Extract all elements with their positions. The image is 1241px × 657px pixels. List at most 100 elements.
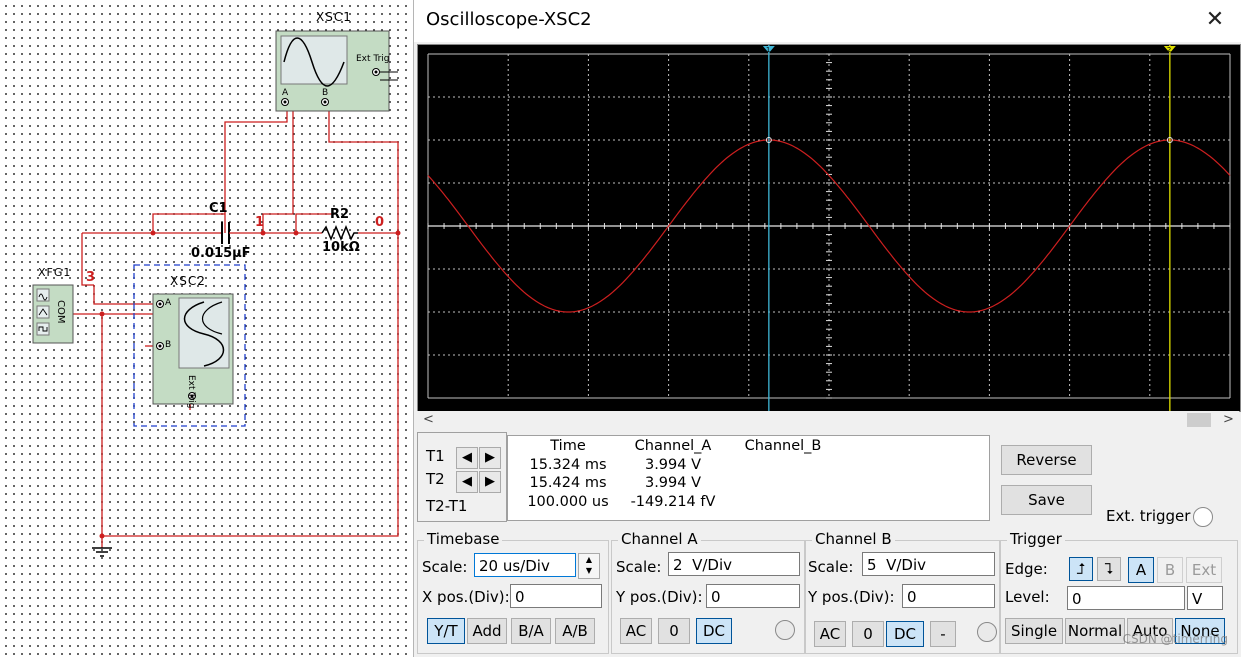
- title-bar[interactable]: Oscilloscope-XSC2 ✕: [414, 0, 1241, 42]
- resistor-r2[interactable]: [321, 225, 358, 241]
- wire-top-branch: [152, 213, 225, 233]
- channel-b-scale-label: Scale:: [808, 558, 854, 576]
- wires: [72, 110, 399, 548]
- timebase-scale-field[interactable]: 20 us/Div: [474, 553, 576, 577]
- scope-screen[interactable]: 12: [417, 44, 1241, 412]
- t2-label: T2: [426, 470, 445, 488]
- mode-yt-button[interactable]: Y/T: [427, 618, 465, 644]
- trigger-level-label: Level:: [1005, 588, 1050, 606]
- channel-a-ypos-label: Y pos.(Div):: [616, 588, 703, 606]
- t2-right-button[interactable]: ▶: [479, 471, 501, 493]
- xsc1-instrument[interactable]: [275, 30, 398, 112]
- mode-ba-button[interactable]: B/A: [511, 618, 551, 644]
- channel-a-ypos-field[interactable]: 0: [706, 584, 800, 608]
- xsc1-pin-a-label: A: [282, 88, 289, 98]
- wire-xfg1-to-xsc2-a: [93, 285, 160, 305]
- xsc1-pin-b-label: B: [322, 88, 329, 98]
- horizontal-scrollbar[interactable]: < >: [417, 411, 1239, 431]
- timebase-xpos-label: X pos.(Div):: [422, 588, 510, 606]
- delta-channel-a: -149.214 fV: [630, 494, 716, 510]
- channel-b-ypos-field[interactable]: 0: [902, 584, 995, 608]
- trigger-single-button[interactable]: Single: [1005, 618, 1063, 644]
- channel-b-dc-button[interactable]: DC: [886, 621, 924, 647]
- trigger-edge-label: Edge:: [1005, 560, 1048, 578]
- trigger-level-unit[interactable]: V: [1187, 586, 1223, 610]
- row2-time: 15.424 ms: [529, 475, 607, 491]
- junctions: [99, 230, 401, 539]
- row1-channel-a: 3.994 V: [644, 457, 702, 473]
- delta-time: 100.000 us: [527, 494, 609, 510]
- xsc2-ext-trig-label: Ext Trig: [186, 375, 196, 409]
- r2-value: 10kΩ: [322, 240, 360, 255]
- trigger-source-ext-button[interactable]: Ext: [1186, 557, 1222, 583]
- wire-node1-to-xsc1-b: [262, 110, 294, 233]
- xsc1-label: XSC1: [316, 10, 352, 24]
- timebase-scale-label: Scale:: [422, 558, 468, 576]
- trigger-level-field[interactable]: 0: [1067, 586, 1185, 610]
- close-icon[interactable]: ✕: [1202, 8, 1228, 34]
- channel-b-title: Channel B: [812, 530, 895, 548]
- scroll-right-icon[interactable]: >: [1223, 412, 1234, 427]
- rising-edge-icon[interactable]: ⮥: [1069, 557, 1093, 581]
- node-0-label: 0: [375, 215, 385, 230]
- channel-a-title: Channel A: [618, 530, 701, 548]
- c1-value: 0.015µF: [191, 246, 251, 261]
- channel-a-scale-field[interactable]: 2 V/Div: [668, 552, 800, 576]
- scroll-left-icon[interactable]: <: [423, 412, 434, 427]
- channel-a-zero-button[interactable]: 0: [658, 618, 690, 644]
- cursor-readout: Time Channel_A Channel_B 15.324 ms 3.994…: [507, 435, 990, 521]
- window-title: Oscilloscope-XSC2: [426, 9, 592, 30]
- channel-b-minus-button[interactable]: -: [930, 621, 956, 647]
- t1-label: T1: [426, 447, 445, 465]
- reverse-button[interactable]: Reverse: [1001, 445, 1092, 475]
- save-button[interactable]: Save: [1001, 485, 1092, 515]
- t2-left-button[interactable]: ◀: [456, 471, 478, 493]
- r2-name: R2: [330, 207, 350, 222]
- xfg1-generator[interactable]: [32, 284, 74, 344]
- scrollbar-thumb[interactable]: [1187, 413, 1211, 427]
- channel-a-group: Channel A Scale: 2 V/Div Y pos.(Div): 0 …: [611, 530, 805, 654]
- row1-time: 15.324 ms: [529, 457, 607, 473]
- schematic-drawing: [32, 30, 401, 557]
- timebase-group: Timebase Scale: 20 us/Div ▲ ▼ X pos.(Div)…: [417, 530, 609, 654]
- ground-symbol[interactable]: [92, 547, 112, 557]
- oscilloscope-window: Oscilloscope-XSC2 ✕ 12 < > T1 ◀ ▶ T2 ◀ ▶…: [413, 0, 1241, 657]
- channel-b-ac-button[interactable]: AC: [814, 621, 846, 647]
- channel-b-ypos-label: Y pos.(Div):: [808, 588, 895, 606]
- row2-channel-a: 3.994 V: [644, 475, 702, 491]
- cursor-panel: T1 ◀ ▶ T2 ◀ ▶ T2-T1: [417, 432, 507, 522]
- watermark: CSDN @timerring: [1122, 632, 1228, 646]
- channel-a-ac-button[interactable]: AC: [620, 618, 652, 644]
- trigger-source-b-button[interactable]: B: [1157, 557, 1183, 583]
- node-3-label: 3: [86, 270, 96, 285]
- channel-b-scale-field[interactable]: 5 V/Div: [862, 552, 995, 576]
- channel-a-radio[interactable]: [775, 620, 795, 640]
- channel-a-dc-button[interactable]: DC: [696, 618, 732, 644]
- ext-trigger-radio[interactable]: [1193, 507, 1213, 527]
- xfg1-com-label: COM: [55, 300, 66, 324]
- xsc1-ext-trig-label: Ext Trig: [356, 54, 390, 64]
- trigger-normal-button[interactable]: Normal: [1065, 618, 1125, 644]
- channel-a-scale-label: Scale:: [616, 558, 662, 576]
- mode-ab-button[interactable]: A/B: [555, 618, 595, 644]
- channel-b-radio[interactable]: [977, 622, 997, 642]
- xsc2-pin-a-label: A: [165, 298, 172, 308]
- xsc2-pin-b-label: B: [165, 340, 172, 350]
- t1-right-button[interactable]: ▶: [479, 447, 501, 469]
- header-channel-b: Channel_B: [744, 438, 822, 454]
- t1-left-button[interactable]: ◀: [456, 447, 478, 469]
- mode-add-button[interactable]: Add: [467, 618, 507, 644]
- schematic-canvas[interactable]: XSC1 Ext Trig A B XSC2 A B Ext Trig XFG1…: [0, 0, 410, 657]
- xfg1-label: XFG1: [38, 266, 72, 279]
- header-channel-a: Channel_A: [634, 438, 712, 454]
- falling-edge-icon[interactable]: ⮧: [1097, 557, 1121, 581]
- t2-t1-label: T2-T1: [426, 497, 468, 515]
- trigger-source-a-button[interactable]: A: [1128, 557, 1154, 583]
- xsc2-label: XSC2: [170, 274, 206, 288]
- channel-b-zero-button[interactable]: 0: [852, 621, 884, 647]
- header-time: Time: [550, 438, 586, 454]
- cursor-2-label: 2: [1167, 46, 1171, 54]
- c1-name: C1: [209, 201, 228, 216]
- timebase-spinner[interactable]: ▲ ▼: [578, 553, 600, 579]
- timebase-xpos-field[interactable]: 0: [510, 584, 602, 608]
